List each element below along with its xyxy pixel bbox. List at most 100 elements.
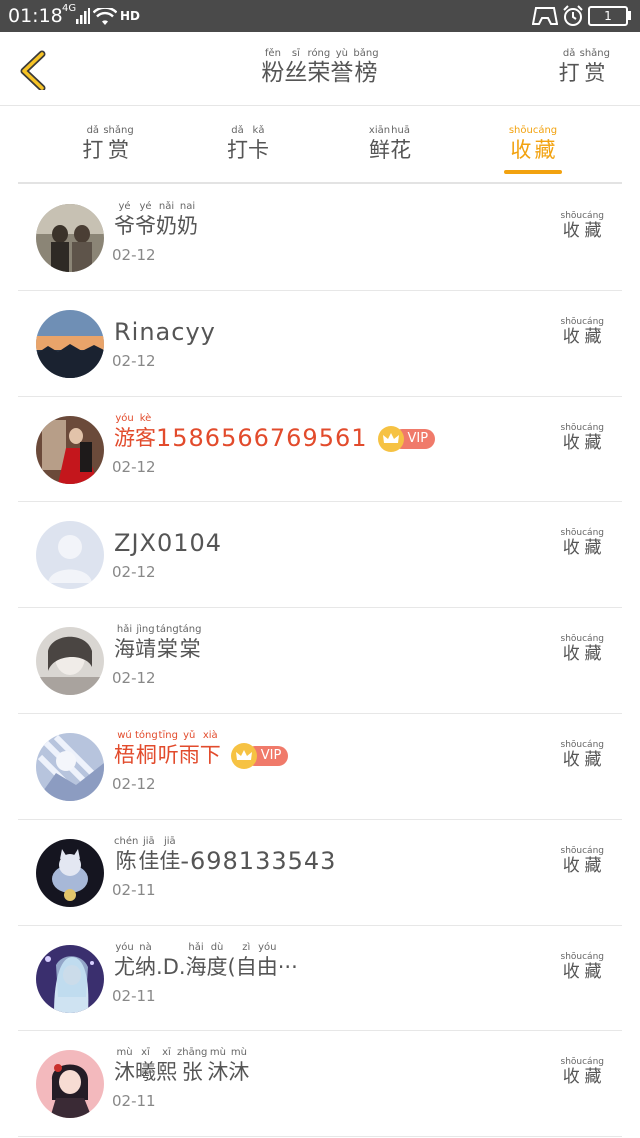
hanzi-character: 藏 [584, 326, 602, 347]
hanzi-character: 鲜 [368, 138, 390, 162]
user-name-char: ··· [278, 942, 298, 980]
user-name-char: kè 客 [135, 413, 156, 451]
network-type: 4G [62, 3, 77, 14]
pinyin-annotation: cáng [582, 739, 604, 750]
favorite-action-char: shōu 收 [561, 1057, 583, 1087]
pinyin-annotation: yóu [115, 941, 134, 953]
pinyin-annotation: jiā [142, 835, 155, 847]
user-name-char: yóu 由 [257, 942, 278, 980]
list-item[interactable]: chén 陈 jiā 佳 jiā 佳 -698133543 02-11 shōu 收 cáng 藏 [18, 820, 622, 926]
pinyin-annotation: xià [202, 729, 218, 741]
user-name-char: . [156, 942, 163, 980]
tab-check-in[interactable]: dǎ 打 kǎ 卡 [188, 125, 308, 163]
pinyin-annotation: xī [162, 1047, 171, 1059]
avatar[interactable] [36, 944, 104, 1013]
avatar[interactable] [36, 521, 104, 590]
favorite-date: 02-11 [112, 880, 156, 899]
pinyin-annotation: táng [178, 624, 202, 636]
user-name-char: xī 曦 [135, 1047, 156, 1085]
pinyin-annotation: kè [139, 412, 152, 424]
favorite-action-char: cáng 藏 [582, 211, 604, 241]
pinyin-annotation: yé [139, 201, 152, 212]
hanzi-character: 自 [235, 954, 257, 979]
hanzi-character: 打 [82, 138, 104, 162]
pinyin-annotation: zhāng [177, 1047, 208, 1059]
user-name-char: xī 熙 [156, 1047, 177, 1085]
pinyin-annotation: cáng [582, 634, 604, 645]
tab-reward[interactable]: dǎ 打 shǎng 赏 [48, 125, 168, 163]
user-name-char: mù 沐 [114, 1047, 135, 1085]
favorite-action-char: shōu 收 [561, 952, 583, 982]
favorite-action-label: shōu 收 cáng 藏 [561, 952, 605, 982]
hanzi-character: . [156, 954, 163, 979]
pinyin-annotation: shōu [560, 422, 583, 433]
hanzi-character: 赏 [584, 61, 606, 85]
hanzi-character: 粉 [261, 60, 285, 86]
avatar[interactable] [36, 204, 104, 272]
avatar[interactable] [36, 415, 104, 484]
hanzi-character: 客 [135, 425, 156, 450]
user-name-char: nǎi 奶 [156, 201, 177, 239]
hanzi-character: 梧 [114, 742, 135, 767]
pinyin-annotation [228, 942, 236, 954]
avatar[interactable] [36, 732, 104, 801]
pinyin-annotation: shǎng [579, 48, 610, 59]
pinyin-annotation: nǎi [158, 201, 175, 212]
user-name-char: hǎi 海 [114, 624, 135, 662]
hanzi-character: 藏 [584, 221, 602, 241]
list-divider [18, 182, 622, 184]
tab-favorites[interactable]: shōu 收 cáng 藏 [473, 125, 593, 163]
hanzi-character: 收 [562, 961, 580, 982]
list-item[interactable]: Rinacyy 02-12 shōu 收 cáng 藏 [18, 291, 622, 397]
favorite-date: 02-12 [112, 563, 156, 582]
list-item[interactable]: yé 爷 yé 爷 nǎi 奶 nai 奶 02-12 shōu 收 cáng 藏 [18, 185, 622, 291]
avatar[interactable] [36, 1050, 104, 1119]
hanzi-character: 听 [157, 742, 179, 767]
hanzi-character: 收 [562, 221, 580, 241]
tab-label-char: dǎ 打 [227, 125, 248, 163]
reward-button[interactable]: dǎ 打 shǎng 赏 [559, 48, 610, 86]
favorite-action-char: cáng 藏 [582, 528, 604, 558]
favorite-action-char: shōu 收 [561, 317, 583, 347]
list-item[interactable]: yóu 尤 nà 纳 . D . hǎi 海 dù 度 (zì 自 yóu 由 ··· 02-11 sh… [18, 926, 622, 1032]
pinyin-annotation: yù [335, 48, 349, 59]
reward-button-char: dǎ 打 [559, 48, 580, 86]
reward-button-char: shǎng 赏 [580, 48, 610, 86]
pinyin-annotation: shōu [560, 211, 583, 221]
cellular-signal-icon [76, 8, 90, 24]
user-name-char: ( [228, 942, 236, 980]
user-name-char: táng 棠 [156, 624, 179, 662]
hanzi-character: 度 [206, 954, 228, 979]
list-item[interactable]: mù 沐 xī 曦 xī 熙 zhāng 张 mù 沐 mù 沐 02-11 shōu 收 cáng 藏 [18, 1031, 622, 1138]
list-item[interactable]: ZJX0104 02-12 shōu 收 cáng 藏 [18, 502, 622, 609]
pinyin-annotation: mù [209, 1047, 226, 1059]
title-char: fěn 粉 [261, 48, 284, 86]
pinyin-annotation: yǔ [183, 729, 196, 741]
avatar[interactable] [36, 838, 104, 907]
hanzi-character: 由 [256, 954, 278, 979]
avatar[interactable] [36, 309, 104, 378]
list-item[interactable]: wú 梧 tóng 桐 tīng 听 yǔ 雨 xià 下 VIP 02-12 shōu 收 cáng 藏 [18, 714, 622, 820]
pinyin-annotation: tīng [158, 729, 178, 741]
favorite-action-char: cáng 藏 [582, 423, 604, 453]
avatar[interactable] [36, 627, 104, 696]
user-name: ZJX0104 [114, 528, 222, 556]
hanzi-character: D [162, 954, 179, 979]
wifi-icon [93, 8, 117, 25]
list-item[interactable]: hǎi 海 jìng 靖 táng 棠 táng 棠 02-12 shōu 收 cáng 藏 [18, 608, 622, 714]
pinyin-annotation: mù [116, 1047, 133, 1059]
hanzi-character: 赏 [108, 138, 129, 162]
user-name: chén 陈 jiā 佳 jiā 佳 -698133543 [114, 836, 336, 874]
tab-flowers[interactable]: xiān 鲜 huā 花 [330, 125, 450, 163]
fan-list: yé 爷 yé 爷 nǎi 奶 nai 奶 02-12 shōu 收 cáng 藏 Rinacyy 02-1… [18, 185, 622, 1138]
pinyin-annotation: wú [117, 729, 132, 741]
user-name: yóu 尤 nà 纳 . D . hǎi 海 dù 度 (zì 自 yóu 由 ··· [114, 942, 298, 980]
favorite-action-label: shōu 收 cáng 藏 [561, 423, 605, 453]
favorite-action-char: shōu 收 [561, 846, 583, 876]
favorite-date: 02-11 [112, 1092, 156, 1111]
list-item[interactable]: yóu 游 kè 客 1586566769561 VIP 02-12 shōu 收 cáng 藏 [18, 397, 622, 503]
pinyin-annotation: nà [139, 941, 152, 953]
hanzi-character: 佳 [138, 848, 160, 873]
hanzi-character: 藏 [584, 644, 602, 665]
favorite-action-char: shōu 收 [561, 423, 583, 453]
